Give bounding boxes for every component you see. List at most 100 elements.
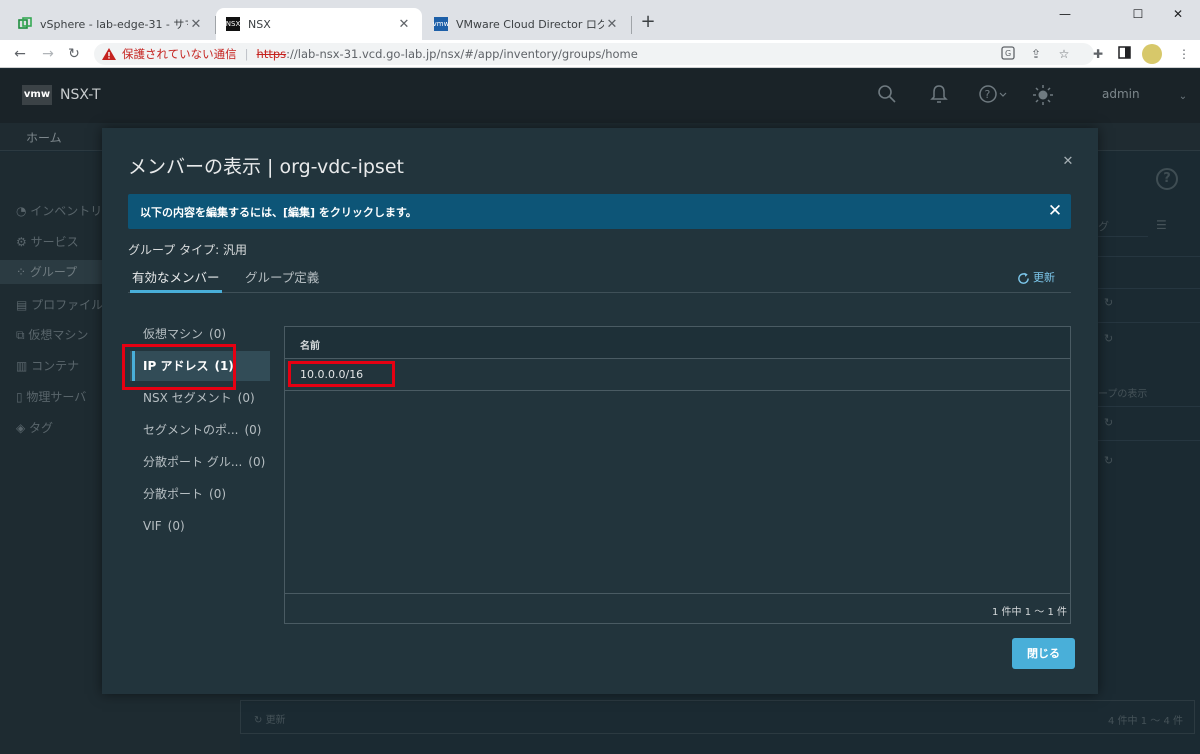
refresh-icon[interactable]: ↻ xyxy=(1104,416,1113,429)
tab-effective-members[interactable]: 有効なメンバー xyxy=(130,269,222,293)
category-vifs[interactable]: VIF (0) xyxy=(130,511,270,541)
minimize-icon[interactable]: — xyxy=(1045,0,1085,28)
close-icon[interactable]: ✕ xyxy=(188,17,204,32)
sidebar-item-containers[interactable]: ▥ コンテナ xyxy=(16,356,79,376)
new-tab-button[interactable]: + xyxy=(638,12,658,32)
category-label: 分散ポート グル... xyxy=(143,455,243,469)
forward-arrow-icon[interactable]: → xyxy=(38,44,58,64)
refresh-icon: ↻ xyxy=(254,715,266,726)
browser-tab-bar: vSphere - lab-edge-31 - サマリ ✕ NSX NSX ✕ … xyxy=(0,0,1200,40)
back-arrow-icon[interactable]: ← xyxy=(10,44,30,64)
vsphere-icon xyxy=(18,17,32,31)
dialog-title: メンバーの表示 | org-vdc-ipset xyxy=(128,156,404,178)
services-icon: ⚙ xyxy=(16,235,31,249)
extensions-icon[interactable]: ✚ xyxy=(1090,46,1106,62)
sidebar-item-physical-servers[interactable]: ▯ 物理サーバ xyxy=(16,387,86,407)
category-count: (0) xyxy=(209,327,227,341)
chevron-down-icon[interactable]: ⌄ xyxy=(1172,86,1194,108)
bg-page-info: 4 件中 1 ～ 4 件 xyxy=(1108,716,1183,727)
info-banner: 以下の内容を編集するには、[編集] をクリックします。 ✕ xyxy=(128,194,1071,229)
category-dvports[interactable]: 分散ポート (0) xyxy=(130,479,270,509)
tag-icon: ◈ xyxy=(16,421,30,435)
address-bar[interactable]: 保護されていない通信 | https ://lab-nsx-31.vcd.go-… xyxy=(94,43,1094,65)
browser-tab-vsphere[interactable]: vSphere - lab-edge-31 - サマリ ✕ xyxy=(8,8,214,40)
refresh-button[interactable]: 更新 xyxy=(1017,269,1055,287)
maximize-icon[interactable]: ☐ xyxy=(1118,0,1158,28)
reload-icon[interactable]: ↻ xyxy=(64,44,84,64)
table-footer: 1 件中 1 ～ 1 件 xyxy=(285,593,1070,623)
app-title: NSX-T xyxy=(60,87,101,103)
table-divider xyxy=(1098,256,1200,257)
table-row[interactable]: 10.0.0.0/16 xyxy=(285,359,1070,391)
table-divider xyxy=(1098,406,1200,407)
address-toolbar: ← → ↻ 保護されていない通信 | https ://lab-nsx-31.v… xyxy=(0,40,1200,68)
browser-tab-nsx[interactable]: NSX NSX ✕ xyxy=(216,8,422,40)
help-icon[interactable]: ? xyxy=(1156,168,1178,190)
table-divider xyxy=(1098,288,1200,289)
tab-group-definition[interactable]: グループ定義 xyxy=(245,269,319,287)
url-scheme: https xyxy=(256,47,287,61)
svg-text:G: G xyxy=(1005,49,1011,58)
profile-avatar[interactable] xyxy=(1142,44,1162,64)
sidebar-item-inventory[interactable]: ◔ インベントリ xyxy=(16,201,102,221)
tab-divider xyxy=(631,16,632,34)
refresh-icon[interactable]: ↻ xyxy=(1104,296,1113,309)
view-group-link[interactable]: ープの表示 xyxy=(1098,385,1147,400)
pagination-info: 1 件中 1 ～ 1 件 xyxy=(992,607,1067,618)
column-header-name[interactable]: 名前 xyxy=(300,337,320,352)
sidebar-item-profiles[interactable]: ▤ プロファイル xyxy=(16,295,103,315)
category-label: セグメントのポ... xyxy=(143,423,239,437)
user-menu[interactable]: admin xyxy=(1102,87,1140,101)
star-icon[interactable]: ☆ xyxy=(1056,46,1072,62)
help-icon[interactable]: ? xyxy=(978,84,1008,106)
sidebar-item-label: サービス xyxy=(30,235,79,249)
view-members-dialog: メンバーの表示 | org-vdc-ipset ✕ 以下の内容を編集するには、[… xyxy=(102,128,1098,694)
members-table: 名前 10.0.0.0/16 1 件中 1 ～ 1 件 xyxy=(284,326,1071,624)
category-count: (0) xyxy=(209,487,227,501)
security-status[interactable]: 保護されていない通信 xyxy=(122,46,237,62)
vmware-icon: vmw xyxy=(433,17,449,31)
sidebar-item-services[interactable]: ⚙ サービス xyxy=(16,232,79,252)
sidebar-item-label: 仮想マシン xyxy=(28,328,89,342)
theme-sun-icon[interactable] xyxy=(1032,84,1054,106)
filter-input-fragment[interactable]: グ xyxy=(1098,218,1109,234)
close-icon[interactable]: ✕ xyxy=(396,17,412,32)
category-segment-ports[interactable]: セグメントのポ... (0) xyxy=(130,415,270,445)
refresh-icon[interactable]: ↻ xyxy=(1104,332,1113,345)
sidebar-item-label: 物理サーバ xyxy=(26,390,87,404)
info-banner-text: 以下の内容を編集するには、[編集] をクリックします。 xyxy=(140,206,417,219)
warning-icon xyxy=(102,48,116,60)
category-dvport-groups[interactable]: 分散ポート グル... (0) xyxy=(130,447,270,477)
share-icon[interactable]: ⇪ xyxy=(1028,46,1044,62)
translate-icon[interactable]: G xyxy=(1000,46,1016,62)
banner-close-icon[interactable]: ✕ xyxy=(1046,201,1064,221)
refresh-icon[interactable]: ↻ xyxy=(1104,454,1113,467)
nav-tab-home[interactable]: ホーム xyxy=(26,129,62,146)
bell-icon[interactable] xyxy=(928,84,950,106)
search-icon[interactable] xyxy=(876,84,898,106)
server-icon: ▯ xyxy=(16,390,27,404)
browser-tab-vcd[interactable]: vmw VMware Cloud Director ログアウト ✕ xyxy=(424,8,630,40)
side-panel-icon[interactable] xyxy=(1116,46,1132,62)
close-icon[interactable]: ✕ xyxy=(604,17,620,32)
close-icon[interactable]: ✕ xyxy=(1060,154,1076,170)
groups-icon: ⁘ xyxy=(16,265,30,279)
window-close-icon[interactable]: ✕ xyxy=(1158,0,1198,28)
category-count: (0) xyxy=(167,519,185,533)
sidebar-item-groups[interactable]: ⁘ グループ xyxy=(0,260,102,284)
nsx-header xyxy=(0,69,1200,123)
sidebar-item-label: プロファイル xyxy=(31,298,104,312)
menu-icon[interactable]: ⋮ xyxy=(1176,46,1192,62)
filter-icon[interactable]: ☰ xyxy=(1156,218,1167,232)
category-label: NSX セグメント xyxy=(143,391,232,405)
sidebar-item-label: タグ xyxy=(29,421,54,435)
svg-text:?: ? xyxy=(985,88,991,101)
close-button[interactable]: 閉じる xyxy=(1012,638,1075,669)
sidebar-item-tags[interactable]: ◈ タグ xyxy=(16,418,53,438)
filter-underline xyxy=(1098,236,1148,237)
refresh-label: 更新 xyxy=(265,715,286,726)
bg-refresh-button[interactable]: ↻ 更新 xyxy=(254,711,286,726)
refresh-icon xyxy=(1018,272,1029,284)
browser-tab-label: NSX xyxy=(248,17,271,31)
sidebar-item-vms[interactable]: ⧉ 仮想マシン xyxy=(16,325,88,345)
